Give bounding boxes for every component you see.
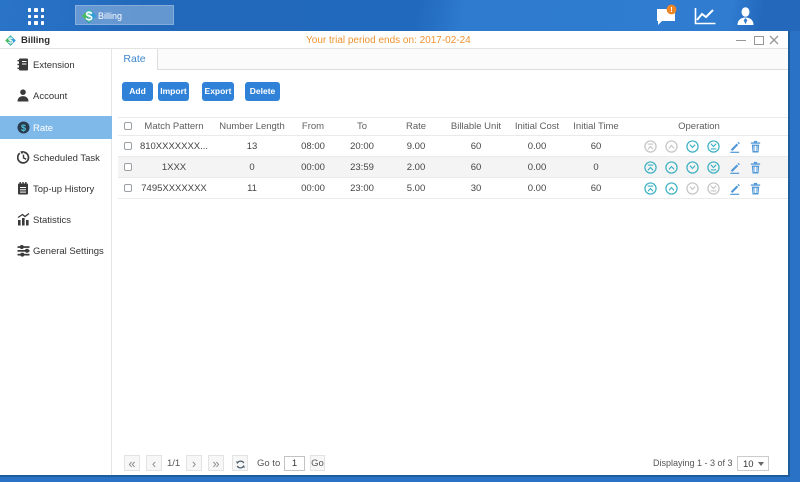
svg-text:!: ! — [670, 5, 673, 14]
svg-text:$: $ — [20, 123, 25, 133]
svg-text:$: $ — [85, 9, 93, 24]
